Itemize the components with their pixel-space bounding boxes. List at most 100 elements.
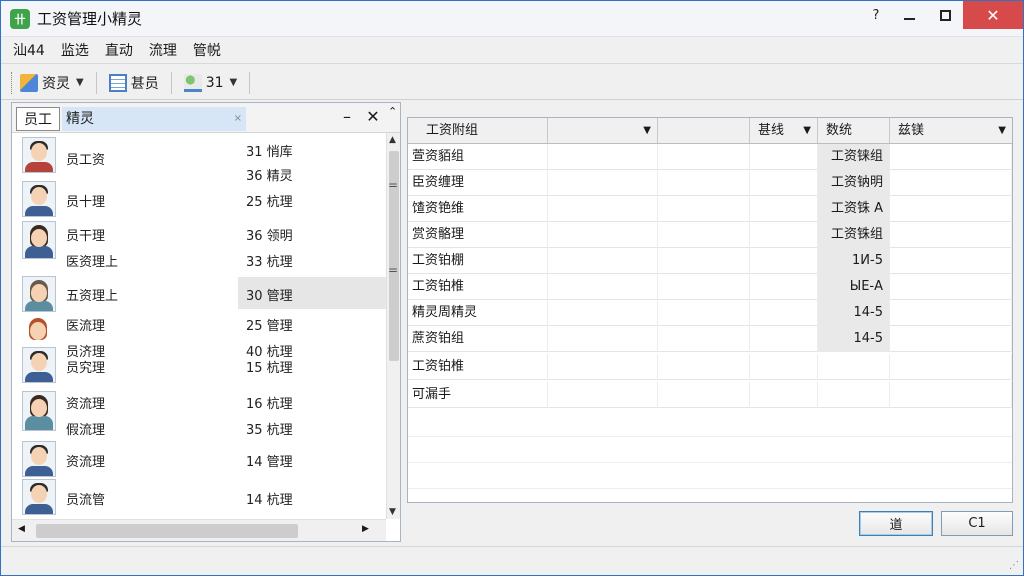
- toolbar-separator: [249, 71, 251, 94]
- scroll-down-icon[interactable]: ▼: [389, 507, 396, 517]
- column-header-blank[interactable]: [658, 118, 750, 143]
- chevron-down-icon[interactable]: ▼: [230, 77, 238, 88]
- cancel-button[interactable]: C1: [941, 511, 1013, 536]
- list-item[interactable]: 资流理 14 管理: [12, 439, 386, 479]
- list-item[interactable]: 员干理 医资理上 36 领明 33 杭理: [12, 219, 386, 275]
- employee-pane: 员工 精灵 × – ✕ ⌃ 员工资 31 悄库 36 精灵 员十理 25 杭理: [11, 102, 401, 542]
- list-item[interactable]: 员究理 15 杭理: [12, 347, 386, 383]
- list-item-selected[interactable]: 五资理上 30 管理: [12, 276, 386, 312]
- menu-item-4[interactable]: 流理: [141, 39, 185, 63]
- hscroll-thumb[interactable]: [36, 524, 298, 538]
- toolbar-button-staff-label: 甚员: [130, 75, 159, 92]
- chevron-down-icon[interactable]: ▼: [803, 118, 811, 143]
- toolbar-button-resources[interactable]: 资灵 ▼: [14, 70, 90, 96]
- list-item[interactable]: 员十理 25 杭理: [12, 179, 386, 219]
- list-item[interactable]: 员流管 14 杭理: [12, 477, 386, 517]
- menu-item-3[interactable]: 直动: [97, 39, 141, 63]
- table-cell: 萱资貊组: [408, 144, 548, 170]
- column-header-group-filter[interactable]: ▼: [548, 118, 658, 143]
- table-cell: [548, 170, 658, 196]
- maximize-button[interactable]: [927, 1, 963, 29]
- table-row[interactable]: 工资铂椎: [408, 354, 1012, 380]
- help-button[interactable]: ?: [861, 1, 891, 29]
- employee-name: 员工资: [66, 153, 106, 168]
- grid-empty-line: [408, 462, 1012, 463]
- toolbar-button-resources-label: 资灵: [42, 75, 70, 92]
- chevron-down-icon[interactable]: ▼: [643, 118, 651, 143]
- table-cell: [548, 300, 658, 326]
- table-cell: [890, 170, 1012, 196]
- table-cell: 工资铼组: [818, 144, 890, 170]
- scroll-left-icon[interactable]: ◀: [18, 524, 25, 534]
- menu-item-1[interactable]: 汕44: [1, 39, 53, 63]
- table-cell: ЫЕ-А: [818, 274, 890, 300]
- scroll-up-icon[interactable]: ▲: [389, 135, 396, 145]
- table-cell: [890, 248, 1012, 274]
- man-blue-icon: [22, 347, 56, 383]
- woman-teal-icon: [22, 276, 56, 312]
- table-row[interactable]: 蔗资铂组 14-5: [408, 326, 1012, 352]
- table-row[interactable]: 馇资铯维 工资铢 A: [408, 196, 1012, 222]
- toolbar-button-staff[interactable]: 甚员: [103, 70, 165, 96]
- resize-grip-icon[interactable]: ⋰: [1009, 560, 1019, 571]
- table-cell: [890, 144, 1012, 170]
- table-row[interactable]: 精灵周精灵 14-5: [408, 300, 1012, 326]
- table-row[interactable]: 可漏手: [408, 382, 1012, 408]
- employee-role: 33 杭理: [246, 255, 293, 270]
- toolbar-button-chart[interactable]: 31 ▼: [178, 70, 244, 96]
- list-item[interactable]: 资流理 假流理 16 杭理 35 杭理: [12, 389, 386, 445]
- window-controls: ? ✕: [861, 1, 1023, 31]
- tab-employee[interactable]: 员工: [16, 107, 60, 131]
- employee-role: 25 管理: [246, 319, 293, 334]
- grid-header: 工资附组 ▼ 甚线 ▼ 数统 兹镁 ▼: [408, 118, 1012, 144]
- spreadsheet-icon: [108, 73, 127, 92]
- pane-pin-icon[interactable]: ⌃: [388, 105, 400, 119]
- chevron-down-icon[interactable]: ▼: [76, 77, 84, 88]
- table-cell: [658, 354, 750, 380]
- minimize-button[interactable]: [891, 1, 927, 29]
- clear-filter-icon[interactable]: ×: [234, 107, 242, 131]
- employee-list-vscrollbar[interactable]: ▲ = = ▼: [386, 133, 400, 519]
- scroll-right-icon[interactable]: ▶: [362, 524, 369, 534]
- column-header-group[interactable]: 工资附组: [408, 118, 548, 143]
- table-row[interactable]: 赏资骼理 工资铢组: [408, 222, 1012, 248]
- table-cell: [890, 382, 1012, 408]
- employee-role: 25 杭理: [246, 195, 293, 210]
- employee-filter-field[interactable]: 精灵 ×: [62, 107, 246, 131]
- chart-icon: [183, 73, 202, 92]
- table-cell: 14-5: [818, 326, 890, 352]
- pane-minimize-button[interactable]: –: [338, 107, 356, 129]
- employee-list: 员工资 31 悄库 36 精灵 员十理 25 杭理 员干理 医资理上 36 领明…: [12, 133, 386, 519]
- employee-role: 14 杭理: [246, 493, 293, 508]
- employee-name: 资流理: [66, 397, 106, 412]
- table-row[interactable]: 臣资缠理 工资钠明: [408, 170, 1012, 196]
- menu-item-2[interactable]: 监选: [53, 39, 97, 63]
- table-cell: [658, 248, 750, 274]
- table-cell: [548, 222, 658, 248]
- column-header-extra[interactable]: 兹镁 ▼: [890, 118, 1012, 143]
- table-row[interactable]: 萱资貊组 工资铼组: [408, 144, 1012, 170]
- man-blue-icon: [22, 479, 56, 515]
- table-cell: [548, 274, 658, 300]
- chevron-down-icon[interactable]: ▼: [998, 118, 1006, 143]
- table-cell: [658, 382, 750, 408]
- pane-close-button[interactable]: ✕: [364, 107, 382, 129]
- table-cell: [750, 300, 818, 326]
- employee-name: 员十理: [66, 195, 106, 210]
- salary-grid: 工资附组 ▼ 甚线 ▼ 数统 兹镁 ▼ 萱资貊组 工资铼组 臣资缠理 工资钠明 馇资…: [407, 117, 1013, 503]
- menu-item-5[interactable]: 管帨: [185, 39, 229, 63]
- table-cell: 赏资骼理: [408, 222, 548, 248]
- column-header-label: 工资附组: [426, 123, 479, 138]
- column-header-stats[interactable]: 数统: [818, 118, 890, 143]
- employee-role: 31 悄库: [246, 145, 293, 160]
- ok-button[interactable]: 道: [859, 511, 933, 536]
- title-bar[interactable]: 卄 工资管理小精灵 ? ✕: [1, 1, 1023, 37]
- table-row[interactable]: 工资铂椎 ЫЕ-А: [408, 274, 1012, 300]
- grip-icon: =: [388, 263, 399, 277]
- close-button[interactable]: ✕: [963, 1, 1023, 29]
- table-cell: [658, 144, 750, 170]
- table-cell: [750, 170, 818, 196]
- column-header-line[interactable]: 甚线 ▼: [750, 118, 818, 143]
- employee-list-hscrollbar[interactable]: ◀ ▶: [12, 519, 386, 541]
- table-row[interactable]: 工资铂棚 1И-5: [408, 248, 1012, 274]
